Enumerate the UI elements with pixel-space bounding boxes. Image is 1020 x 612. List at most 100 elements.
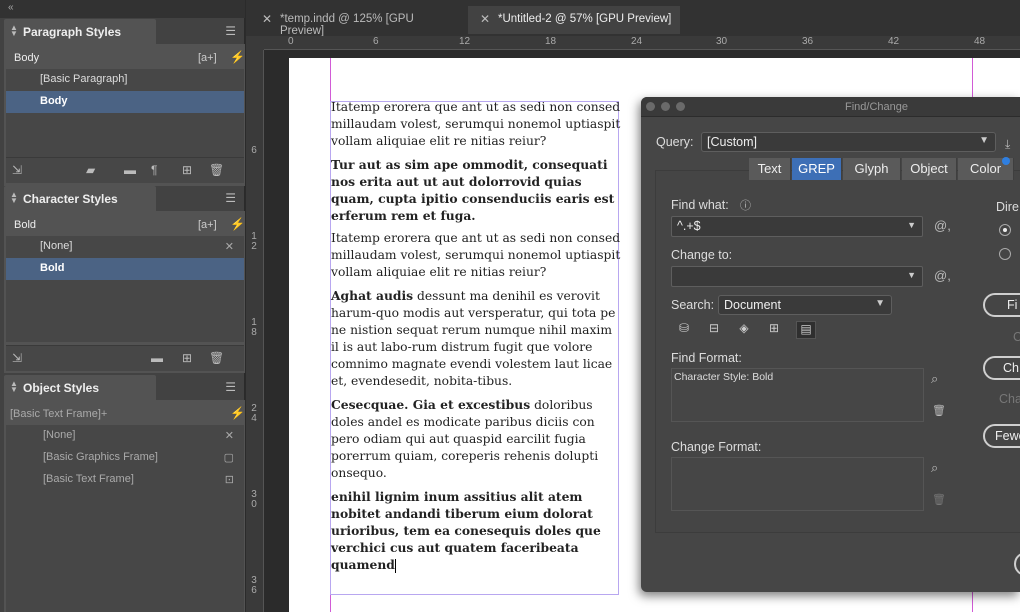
direction-backward-radio[interactable] bbox=[999, 248, 1011, 260]
text-frame-icon: ⊡ bbox=[224, 474, 234, 486]
character-styles-title: Character Styles bbox=[23, 192, 118, 206]
lightning-icon[interactable]: ⚡ bbox=[230, 406, 245, 420]
character-style-bold[interactable]: Bold bbox=[6, 258, 244, 280]
bold-run: Aghat audis bbox=[331, 288, 414, 303]
object-style-text-frame[interactable]: [Basic Text Frame] ⊡ bbox=[6, 469, 244, 491]
paragraph-styles-tab[interactable]: ▲ ▼ Paragraph Styles bbox=[4, 19, 156, 44]
current-object-style: [Basic Text Frame]+ bbox=[10, 408, 108, 420]
lightning-icon[interactable]: ⚡ bbox=[230, 217, 245, 231]
collapse-dock-icon[interactable]: « bbox=[8, 2, 14, 13]
tab-untitled-2[interactable]: ✕ *Untitled-2 @ 57% [GPU Preview] bbox=[468, 6, 680, 34]
panel-menu-icon[interactable]: ☰ bbox=[225, 191, 236, 205]
clear-overrides-icon[interactable]: ¶ bbox=[151, 163, 157, 177]
expand-arrows-icon[interactable]: ▲ ▼ bbox=[10, 24, 18, 38]
include-locked-layers-icon[interactable]: ⛁ bbox=[674, 321, 694, 339]
list-item-label: [None] bbox=[40, 240, 73, 252]
new-group-from-styles-icon[interactable]: ▰ bbox=[86, 163, 95, 177]
button-label: Fewe bbox=[995, 429, 1020, 443]
expand-arrows-icon[interactable]: ▲ ▼ bbox=[10, 191, 18, 205]
find-format-box[interactable]: Character Style: Bold bbox=[671, 368, 924, 422]
specify-find-format-icon[interactable]: ⌕ bbox=[931, 371, 938, 387]
fewer-options-button[interactable]: Fewe bbox=[983, 424, 1020, 448]
close-window-icon[interactable] bbox=[646, 102, 655, 111]
include-hidden-layers-icon[interactable]: ◈ bbox=[734, 321, 754, 339]
include-footnotes-icon[interactable]: ▤ bbox=[796, 321, 816, 339]
tab-text[interactable]: Text bbox=[749, 158, 791, 180]
graphics-frame-icon: ▢ bbox=[223, 452, 234, 464]
object-style-none[interactable]: [None] ✕ bbox=[6, 425, 244, 447]
tab-grep[interactable]: GREP bbox=[792, 158, 842, 180]
chevron-down-icon[interactable]: ▼ bbox=[907, 270, 916, 280]
new-style-icon[interactable]: ⊞ bbox=[182, 351, 192, 365]
ruler-tick: 30 bbox=[716, 36, 728, 47]
document-tab-bar: ✕ *temp.indd @ 125% [GPU Preview] ✕ *Unt… bbox=[246, 0, 1020, 37]
tab-glyph[interactable]: Glyph bbox=[843, 158, 901, 180]
expand-arrows-icon[interactable]: ▲ ▼ bbox=[10, 380, 18, 394]
save-query-icon[interactable]: ⤓ bbox=[1005, 137, 1010, 152]
minimize-window-icon[interactable] bbox=[661, 102, 670, 111]
find-button[interactable]: Fi bbox=[983, 293, 1020, 317]
special-characters-icon[interactable]: @, bbox=[934, 218, 951, 233]
paragraph-styles-body: Body [a+] ⚡ [Basic Paragraph] Body ⇲ ▰ ▬… bbox=[4, 44, 245, 186]
paragraph-styles-toolbar: ⇲ ▰ ▬ ¶ ⊞ 🗑 bbox=[6, 157, 244, 183]
horizontal-ruler[interactable]: 0 6 12 18 24 30 36 42 48 bbox=[264, 36, 1020, 50]
ruler-tick: 36 bbox=[802, 36, 814, 47]
character-styles-tab[interactable]: ▲ ▼ Character Styles bbox=[4, 186, 156, 211]
story-paragraph: Cesecquae. Gia et excestibus doloribus d… bbox=[331, 396, 621, 482]
load-styles-icon[interactable]: ⇲ bbox=[12, 351, 22, 365]
tab-label: *temp.indd @ 125% [GPU Preview] bbox=[280, 13, 414, 37]
list-item-label: [Basic Text Frame] bbox=[43, 473, 134, 485]
search-scope-select[interactable]: Document ▼ bbox=[718, 295, 892, 315]
ruler-tick: 42 bbox=[888, 36, 900, 47]
ruler-tick: 2 4 bbox=[251, 403, 257, 424]
character-styles-body: Bold [a+] ⚡ [None] ✕ Bold ⇲ ▬ ⊞ 🗑 bbox=[4, 211, 245, 373]
include-locked-stories-icon[interactable]: ⊟ bbox=[704, 321, 724, 339]
folder-icon[interactable]: ▬ bbox=[151, 351, 163, 365]
close-icon[interactable]: ✕ bbox=[480, 12, 490, 26]
trash-icon[interactable]: 🗑 bbox=[209, 163, 224, 177]
list-item-label: [Basic Graphics Frame] bbox=[43, 451, 158, 463]
trash-icon[interactable]: 🗑 bbox=[209, 351, 224, 365]
ruler-tick: 18 bbox=[545, 36, 557, 47]
close-icon[interactable]: ✕ bbox=[262, 12, 272, 26]
info-icon[interactable]: ⓘ bbox=[740, 197, 751, 213]
zoom-window-icon[interactable] bbox=[676, 102, 685, 111]
text-story[interactable]: Itatemp erorera que ant ut as sedi non c… bbox=[331, 99, 621, 579]
object-style-graphics-frame[interactable]: [Basic Graphics Frame] ▢ bbox=[6, 447, 244, 469]
tab-label: Glyph bbox=[854, 161, 889, 176]
lightning-icon[interactable]: ⚡ bbox=[230, 50, 245, 64]
include-master-pages-icon[interactable]: ⊞ bbox=[764, 321, 784, 339]
change-format-box[interactable] bbox=[671, 457, 924, 511]
done-button[interactable] bbox=[1014, 552, 1020, 576]
character-style-none[interactable]: [None] ✕ bbox=[6, 236, 244, 258]
special-characters-icon[interactable]: @, bbox=[934, 268, 951, 283]
ruler-tick: 1 2 bbox=[251, 231, 257, 252]
tab-object[interactable]: Object bbox=[902, 158, 957, 180]
object-styles-tab[interactable]: ▲ ▼ Object Styles bbox=[4, 375, 156, 400]
new-style-icon[interactable]: ⊞ bbox=[182, 163, 192, 177]
load-styles-icon[interactable]: ⇲ bbox=[12, 163, 22, 177]
direction-forward-radio[interactable] bbox=[999, 224, 1011, 236]
chevron-down-icon[interactable]: ▼ bbox=[907, 220, 916, 230]
ruler-corner[interactable] bbox=[246, 36, 264, 50]
chevron-down-icon: ▼ bbox=[875, 298, 885, 309]
query-select[interactable]: [Custom] ▼ bbox=[701, 132, 996, 152]
new-style-from-selection-button[interactable]: [a+] bbox=[198, 219, 217, 231]
dialog-titlebar[interactable]: Find/Change bbox=[641, 97, 1020, 117]
panel-menu-icon[interactable]: ☰ bbox=[225, 24, 236, 38]
panel-menu-icon[interactable]: ☰ bbox=[225, 380, 236, 394]
list-item-label: Bold bbox=[40, 262, 65, 274]
search-scope-value: Document bbox=[724, 298, 781, 312]
vertical-ruler[interactable]: 6 1 2 1 8 2 4 3 0 3 6 bbox=[246, 50, 264, 612]
paragraph-style-basic[interactable]: [Basic Paragraph] bbox=[6, 69, 244, 91]
tab-temp-indd[interactable]: ✕ *temp.indd @ 125% [GPU Preview] bbox=[250, 6, 462, 37]
folder-icon[interactable]: ▬ bbox=[124, 163, 136, 177]
query-label: Query: bbox=[656, 135, 694, 149]
trash-icon[interactable]: 🗑 bbox=[932, 404, 946, 417]
find-what-input[interactable]: ^.+$ ▼ bbox=[671, 216, 923, 237]
change-to-input[interactable]: ▼ bbox=[671, 266, 923, 287]
change-all-button[interactable]: Ch bbox=[983, 356, 1020, 380]
specify-change-format-icon[interactable]: ⌕ bbox=[931, 460, 938, 476]
new-style-from-selection-button[interactable]: [a+] bbox=[198, 52, 217, 64]
paragraph-style-body[interactable]: Body bbox=[6, 91, 244, 113]
